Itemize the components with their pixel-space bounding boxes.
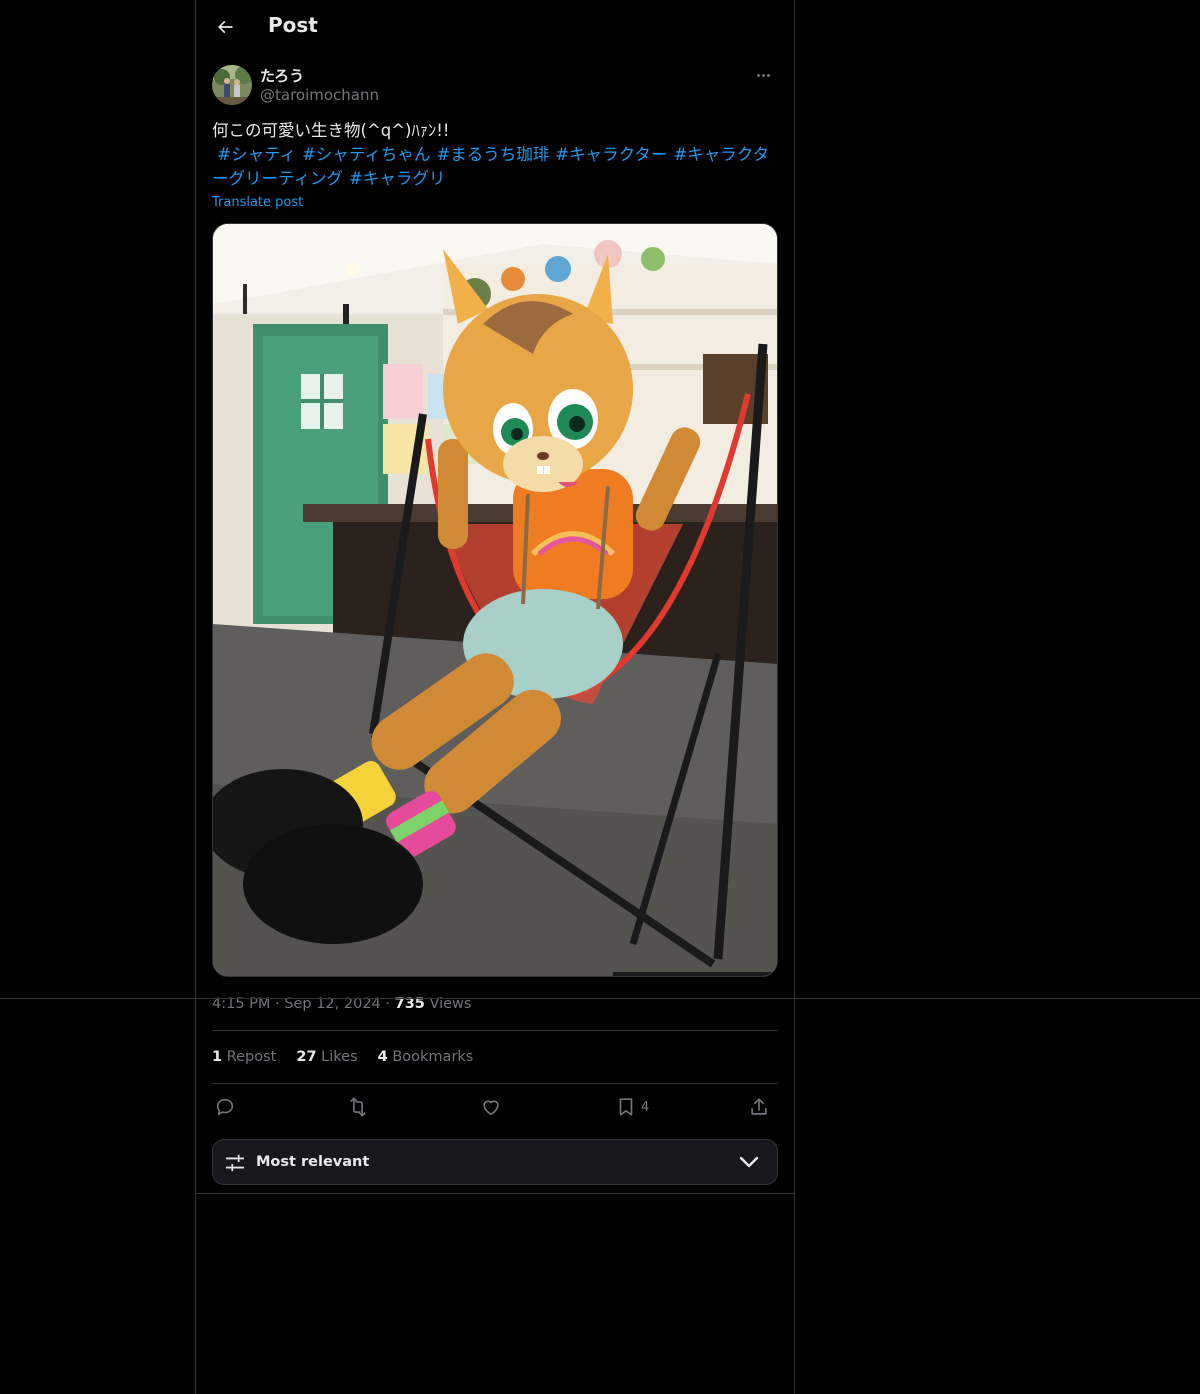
hashtag-link[interactable]: #シャティちゃん [302,145,430,164]
replies-sort-dropdown[interactable]: Most relevant [212,1139,778,1185]
post-author: たろう @taroimochann [212,64,778,108]
share-icon [751,1098,767,1115]
reply-button[interactable] [214,1093,236,1121]
sort-selected-label: Most relevant [256,1154,370,1170]
hashtag-link[interactable]: #シャティ [217,145,296,164]
bookmarks-count: 4 [377,1049,388,1065]
avatar-image [212,65,252,105]
share-button[interactable] [748,1093,770,1121]
arrow-left-icon [218,20,233,34]
reposts-label: Repost [226,1049,277,1065]
more-icon [756,73,770,77]
post-body: 何この可愛い生き物(^q^)ﾊｧﾝ!! [212,121,450,140]
page-title: Post [268,13,318,37]
likes-count: 27 [296,1049,317,1065]
divider [212,1083,778,1084]
repost-button[interactable] [347,1093,369,1121]
avatar[interactable] [212,65,252,105]
sliders-icon [225,1154,245,1172]
bookmark-count: 4 [641,1099,650,1115]
translate-post-link[interactable]: Translate post [212,195,303,210]
hashtag-link[interactable]: #まるうち珈琲 [436,145,549,164]
mascot-photo [213,224,777,976]
top-bar: Post [196,0,794,54]
repost-icon [350,1097,366,1117]
bookmark-button[interactable]: 4 [615,1093,649,1121]
reposts-stat[interactable]: 1 Repost [212,1049,276,1065]
post-photo[interactable] [212,223,778,977]
likes-label: Likes [321,1049,358,1065]
reply-icon [216,1098,234,1116]
bookmarks-label: Bookmarks [392,1049,474,1065]
hashtag-list: #シャティ #シャティちゃん #まるうち珈琲 #キャラクター #キャラクターグリーティン… [212,143,778,191]
back-button[interactable] [208,10,242,44]
divider [196,1193,794,1194]
divider [0,998,1200,999]
hashtag-link[interactable]: #キャラクター [555,145,667,164]
divider [212,1030,778,1031]
reposts-count: 1 [212,1049,223,1065]
chevron-down-icon [739,1156,759,1168]
action-bar: 4 [212,1093,778,1123]
bookmark-icon [619,1098,633,1116]
bookmarks-stat[interactable]: 4 Bookmarks [378,1049,474,1065]
like-button[interactable] [480,1093,502,1121]
more-options-button[interactable] [748,64,778,86]
post-text: 何この可愛い生き物(^q^)ﾊｧﾝ!! #シャティ #シャティちゃん #まるうち珈琲… [212,119,778,191]
main-column: Post たろう @taroimochann 何この可愛い生き物(^q^)ﾊｧﾝ… [195,0,795,1394]
heart-icon [483,1100,499,1116]
hashtag-link[interactable]: #キャラグリ [349,169,445,188]
engagement-stats: 1 Repost 27 Likes 4 Bookmarks [212,1049,473,1065]
author-display-name[interactable]: たろう [260,65,304,86]
author-handle[interactable]: @taroimochann [260,86,379,104]
likes-stat[interactable]: 27 Likes [296,1049,357,1065]
